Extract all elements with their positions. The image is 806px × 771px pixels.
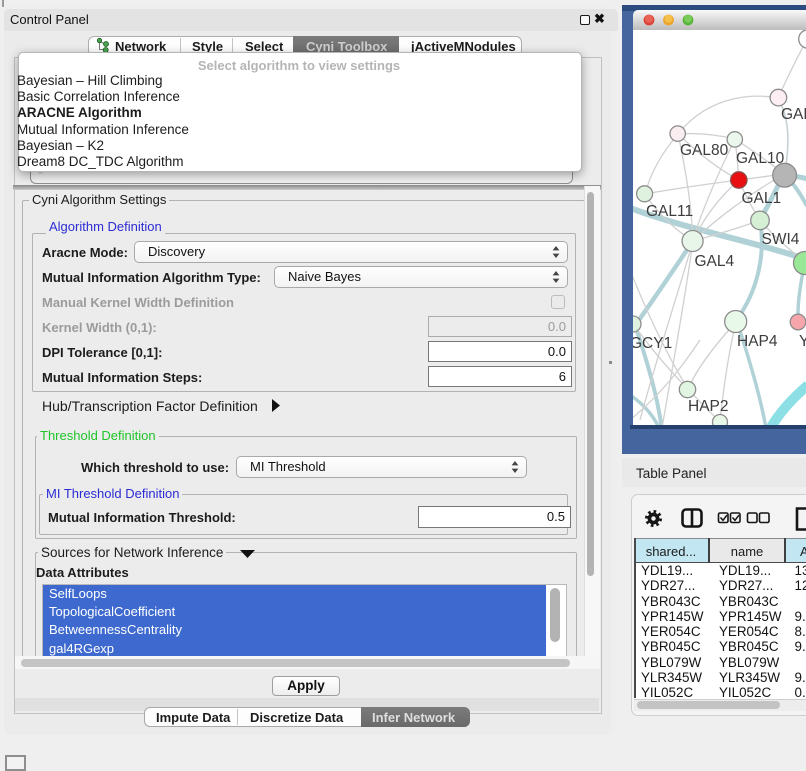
svg-text:GAL4: GAL4 bbox=[695, 253, 735, 270]
svg-text:HAP4: HAP4 bbox=[737, 333, 778, 350]
svg-text:GAL1: GAL1 bbox=[742, 190, 782, 207]
svg-text:Y: Y bbox=[799, 333, 806, 350]
svg-text:GCY1: GCY1 bbox=[633, 335, 672, 352]
svg-text:GAL80: GAL80 bbox=[680, 142, 729, 159]
svg-text:HAP2: HAP2 bbox=[688, 398, 729, 415]
svg-text:GAL10: GAL10 bbox=[736, 150, 785, 167]
svg-text:GAL: GAL bbox=[781, 106, 806, 123]
svg-text:GAL11: GAL11 bbox=[646, 203, 693, 220]
svg-text:SWI4: SWI4 bbox=[762, 231, 800, 248]
